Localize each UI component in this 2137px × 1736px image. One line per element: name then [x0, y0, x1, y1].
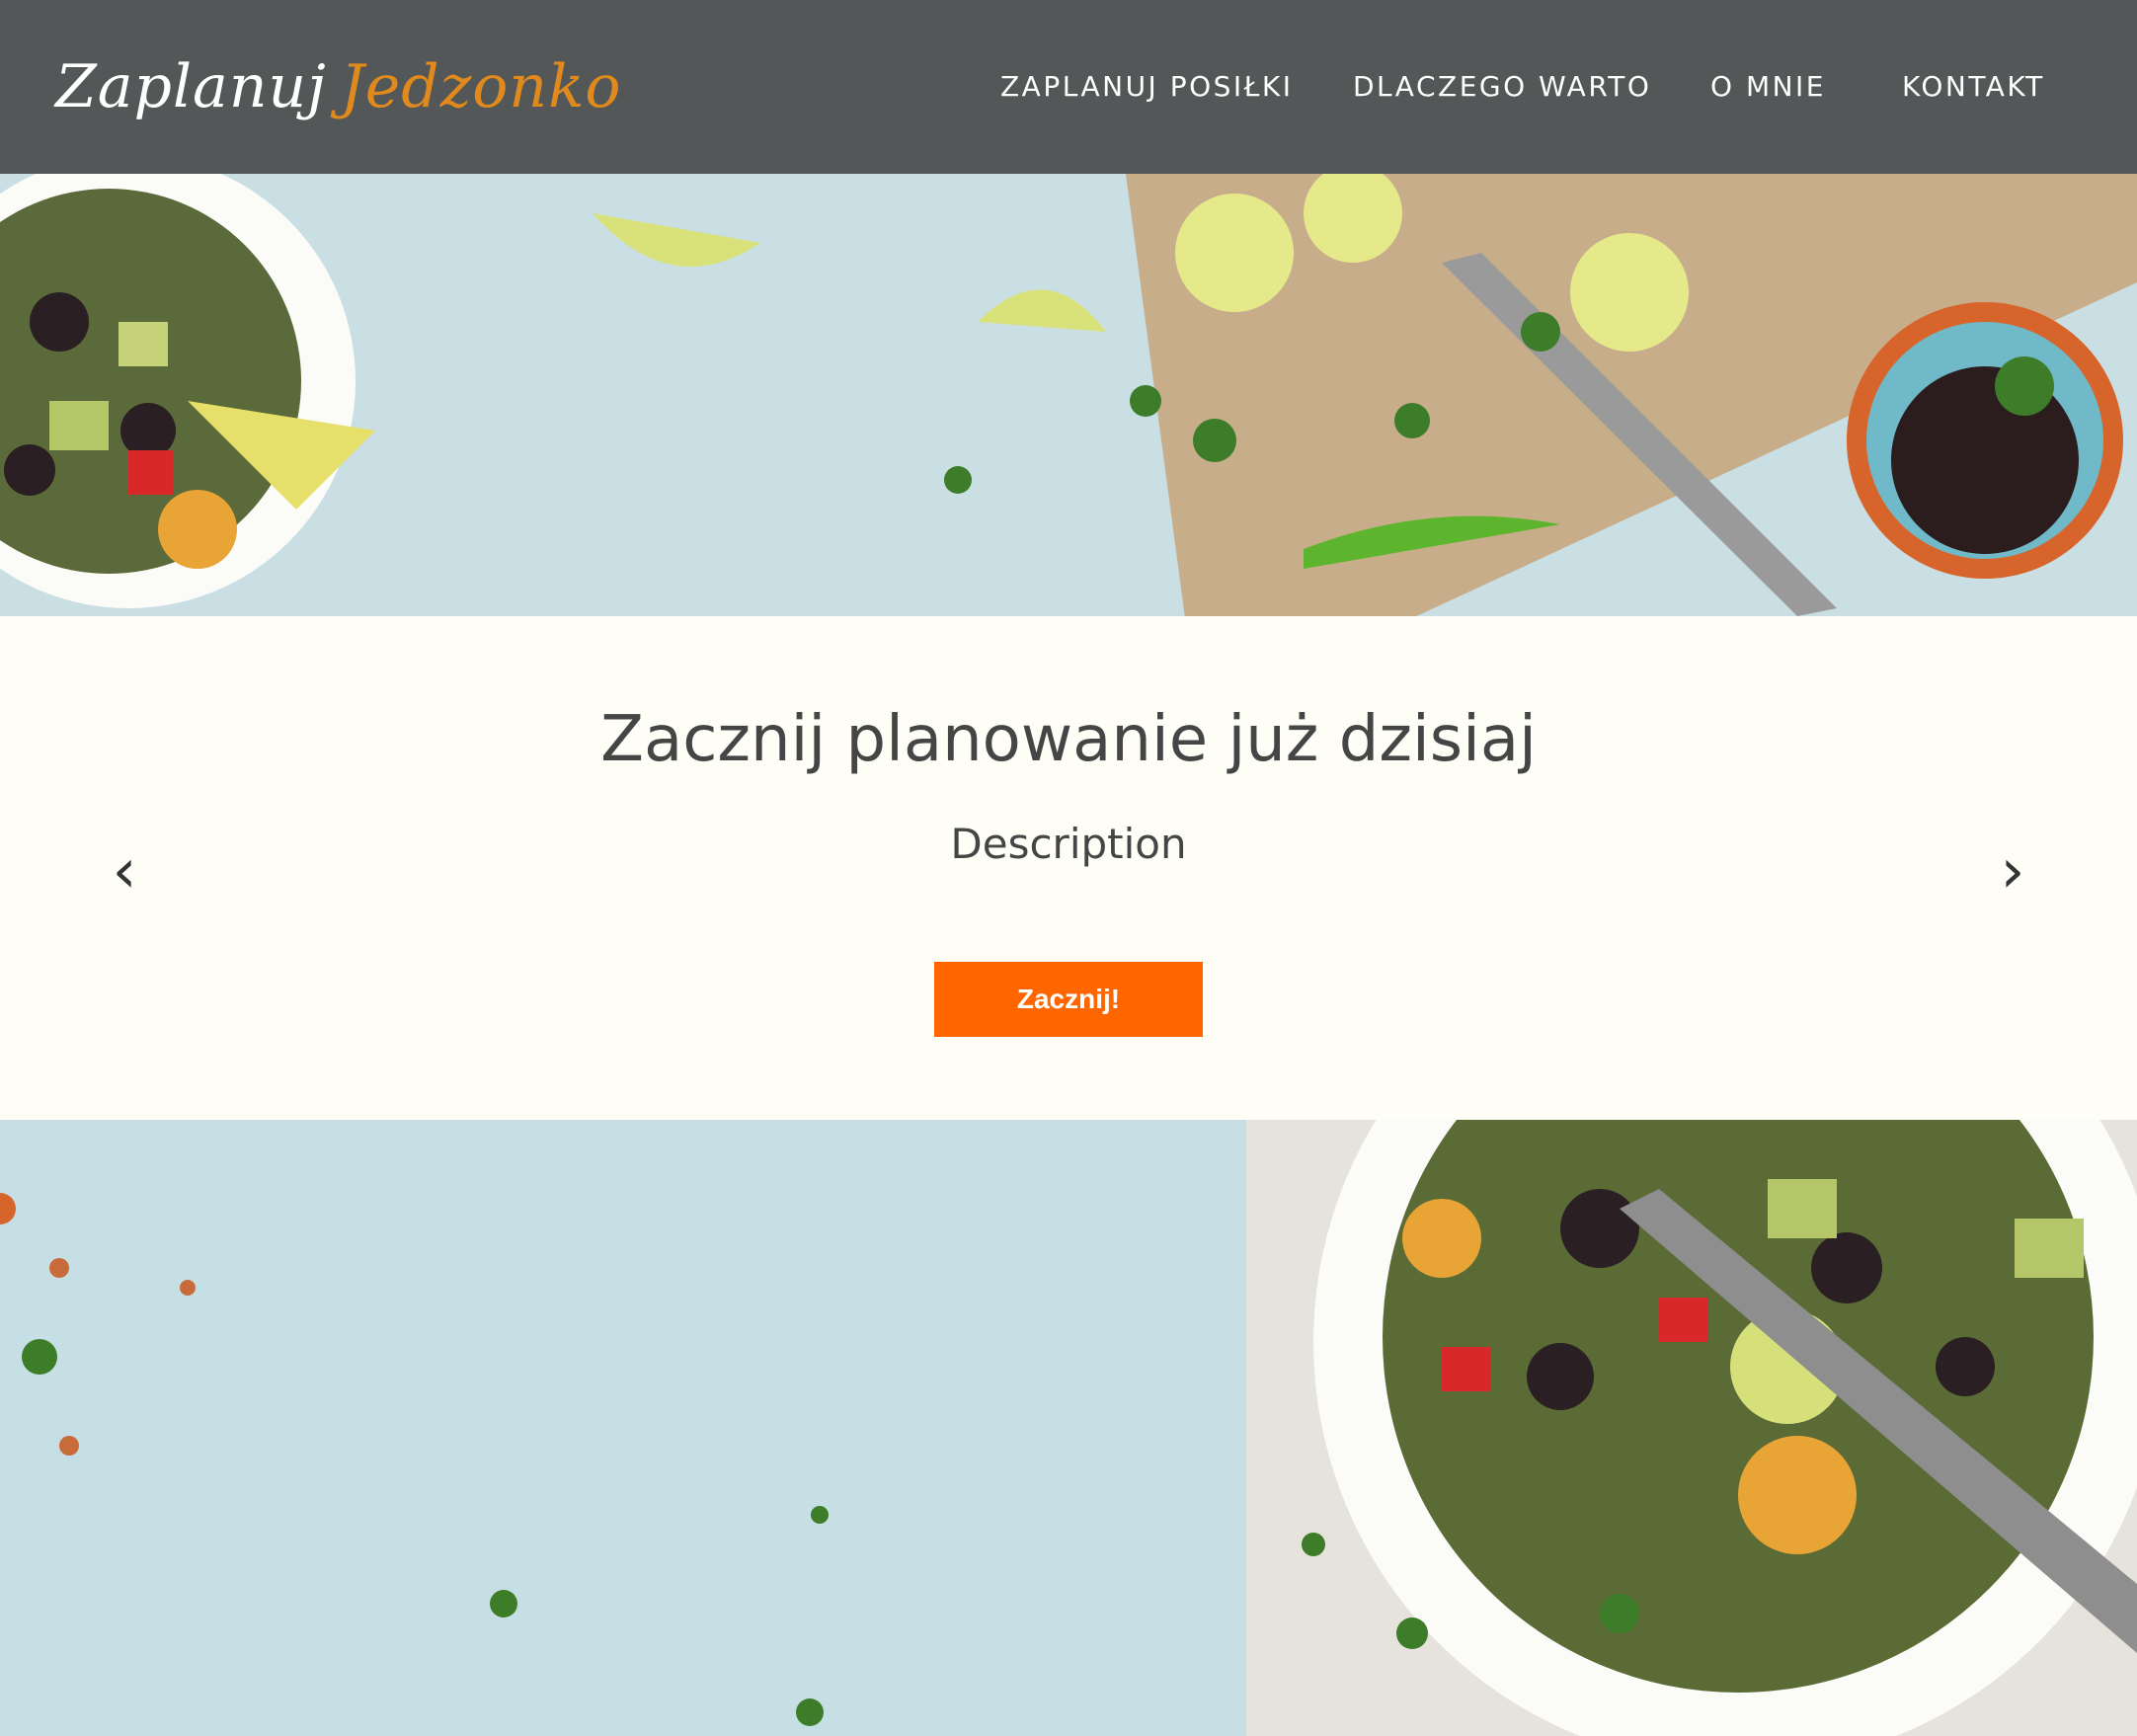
start-button[interactable]: Zacznij!	[934, 962, 1203, 1037]
hero-food-image-top	[0, 174, 2137, 616]
nav-link-about-me[interactable]: O MNIE	[1710, 0, 1826, 174]
carousel-next-icon[interactable]: ›	[1983, 831, 2042, 910]
nav-link-why-worth-it[interactable]: DLACZEGO WARTO	[1353, 0, 1651, 174]
hero-carousel: ‹ Zacznij planowanie już dzisiaj Descrip…	[0, 616, 2137, 1120]
slide-title: Zacznij planowanie już dzisiaj	[600, 703, 1537, 776]
nav-link-contact[interactable]: KONTAKT	[1902, 0, 2045, 174]
hero-food-image-bottom	[0, 1120, 2137, 1736]
nav-link-plan-meals[interactable]: ZAPLANUJ POSIŁKI	[1000, 0, 1294, 174]
main-nav: ZAPLANUJ POSIŁKI DLACZEGO WARTO O MNIE K…	[0, 0, 2137, 174]
slide-description: Description	[950, 820, 1187, 868]
site-header: Zaplanuj Jedzonko ZAPLANUJ POSIŁKI DLACZE…	[0, 0, 2137, 174]
